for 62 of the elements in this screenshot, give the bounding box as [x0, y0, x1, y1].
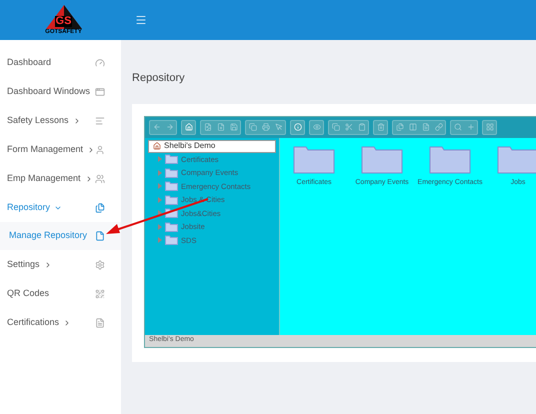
- expand-icon[interactable]: [158, 224, 162, 230]
- sidebar-item[interactable]: Emp Management: [0, 164, 122, 193]
- file-icon: [95, 231, 106, 241]
- folder-icon: [165, 222, 178, 232]
- forward-icon: [166, 123, 174, 131]
- sidebar-item[interactable]: Settings: [0, 250, 122, 279]
- folder-icon: [361, 144, 404, 174]
- document-icon: [422, 123, 430, 131]
- search-icon: [454, 123, 462, 131]
- file-icon: [204, 123, 212, 131]
- folder-icon: [165, 168, 178, 178]
- files-icon: [95, 202, 106, 212]
- cut-icon: [344, 123, 353, 131]
- menu-icon[interactable]: [135, 14, 147, 26]
- folder-icon: [165, 181, 178, 192]
- save-icon: [230, 123, 238, 131]
- folder-icon: [293, 144, 336, 174]
- pointer-icon: [274, 123, 283, 131]
- printer-icon: [262, 123, 270, 131]
- folder-icon: [165, 194, 178, 205]
- document-icon: [95, 318, 106, 328]
- grid-icon: [486, 123, 494, 131]
- sidebar-item[interactable]: Dashboard Windows: [0, 77, 122, 106]
- link-icon: [434, 123, 443, 131]
- expand-icon[interactable]: [158, 196, 162, 203]
- add-icon: [466, 123, 475, 131]
- users-icon: [95, 174, 106, 184]
- paste-icon: [358, 123, 366, 131]
- settings-icon: [95, 260, 106, 270]
- files-icon: [396, 123, 404, 131]
- expand-icon[interactable]: [158, 237, 162, 244]
- folder-icon: [165, 235, 178, 246]
- info-icon: [294, 123, 302, 131]
- gauge-icon: [95, 58, 106, 68]
- copy-icon: [248, 123, 257, 131]
- sidebar-item[interactable]: Dashboard: [0, 48, 122, 77]
- folder-icon: [429, 144, 472, 174]
- sidebar-item[interactable]: Repository: [0, 193, 122, 222]
- sidebar-item[interactable]: Certifications: [0, 308, 122, 337]
- expand-icon[interactable]: [158, 170, 162, 176]
- file-plus-icon: [216, 123, 225, 131]
- window-icon: [95, 86, 106, 96]
- folder-icon: [497, 144, 536, 174]
- user-icon: [95, 144, 106, 154]
- qr-code-icon: [95, 288, 106, 298]
- expand-icon[interactable]: [158, 183, 162, 190]
- home-icon: [184, 123, 193, 131]
- expand-icon[interactable]: [158, 210, 162, 216]
- expand-icon[interactable]: [158, 156, 162, 162]
- tree-root[interactable]: Shelbi's Demo: [148, 140, 276, 152]
- back-icon: [152, 123, 161, 131]
- lines-icon: [95, 116, 106, 126]
- columns-icon: [408, 123, 417, 131]
- eye-icon: [312, 123, 321, 131]
- home-icon: [153, 142, 162, 150]
- sidebar-item[interactable]: QR Codes: [0, 279, 122, 308]
- trash-icon: [376, 123, 385, 131]
- sidebar-subitem[interactable]: Manage Repository: [0, 222, 122, 250]
- sidebar-item[interactable]: Form Management: [0, 135, 122, 164]
- page-title: Repository: [132, 71, 186, 86]
- copy-icon: [332, 123, 340, 131]
- sidebar-item[interactable]: Safety Lessons: [0, 106, 122, 135]
